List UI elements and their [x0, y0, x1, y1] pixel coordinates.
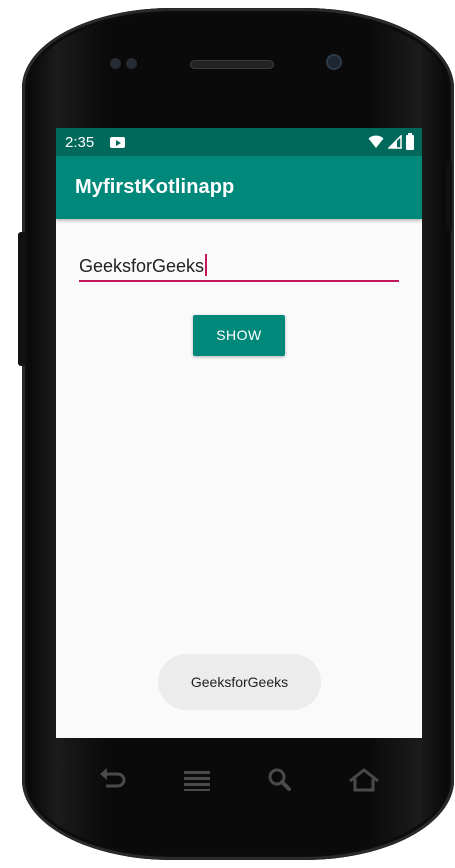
- home-icon[interactable]: [346, 764, 382, 796]
- proximity-sensor: [110, 57, 150, 69]
- status-time: 2:35: [65, 134, 95, 151]
- text-input-value: GeeksforGeeks: [79, 254, 208, 277]
- battery-icon: [406, 132, 414, 150]
- front-camera: [326, 54, 342, 70]
- app-title: MyfirstKotlinapp: [75, 176, 235, 198]
- status-bar: 2:35: [56, 128, 422, 156]
- search-icon[interactable]: [262, 764, 298, 796]
- status-icons: [368, 132, 414, 152]
- text-input[interactable]: GeeksforGeeks: [79, 252, 399, 282]
- text-input-text: GeeksforGeeks: [79, 256, 205, 276]
- toast-message: GeeksforGeeks: [158, 654, 321, 710]
- hardware-navigation-keys: [56, 760, 422, 800]
- media-notification-icon: [110, 137, 125, 148]
- device-screen: 2:35 MyfirstKotlinapp GeeksforGeeks SHOW…: [56, 128, 422, 738]
- show-button[interactable]: SHOW: [193, 315, 285, 356]
- power-button: [446, 160, 452, 232]
- back-icon[interactable]: [94, 764, 130, 796]
- app-bar: MyfirstKotlinapp: [56, 156, 422, 219]
- earpiece-speaker: [190, 60, 274, 69]
- wifi-icon: [368, 135, 384, 148]
- text-cursor: [205, 254, 208, 276]
- menu-icon[interactable]: [179, 764, 215, 796]
- cell-signal-icon: [388, 135, 402, 149]
- volume-button: [18, 232, 26, 366]
